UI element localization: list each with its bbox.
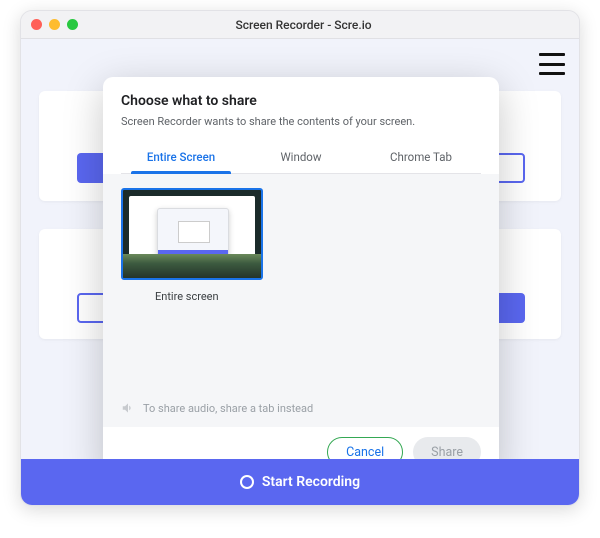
share-button[interactable]: Share bbox=[413, 437, 481, 459]
dialog-title: Choose what to share bbox=[121, 93, 481, 109]
app-window: Screen Recorder - Scre.io Choose what to… bbox=[20, 10, 580, 506]
share-tabs: Entire Screen Window Chrome Tab bbox=[121, 142, 481, 174]
cancel-button[interactable]: Cancel bbox=[327, 437, 403, 459]
titlebar: Screen Recorder - Scre.io bbox=[21, 11, 579, 39]
audio-hint: To share audio, share a tab instead bbox=[121, 395, 481, 419]
screen-thumbnail-label: Entire screen bbox=[155, 290, 219, 303]
start-recording-button[interactable]: Start Recording bbox=[21, 459, 579, 505]
app-content: Choose what to share Screen Recorder wan… bbox=[21, 39, 579, 459]
thumbnail-preview bbox=[157, 208, 229, 258]
record-icon bbox=[240, 475, 254, 489]
thumbnail-preview bbox=[123, 254, 261, 278]
screen-option: Entire screen bbox=[121, 188, 481, 303]
tab-window[interactable]: Window bbox=[241, 142, 361, 173]
audio-hint-text: To share audio, share a tab instead bbox=[143, 402, 313, 415]
share-dialog: Choose what to share Screen Recorder wan… bbox=[103, 77, 499, 459]
window-title: Screen Recorder - Scre.io bbox=[38, 18, 569, 32]
speaker-icon bbox=[121, 401, 135, 415]
screen-thumbnail[interactable] bbox=[121, 188, 263, 280]
dialog-subtitle: Screen Recorder wants to share the conte… bbox=[121, 115, 481, 128]
menu-icon[interactable] bbox=[539, 53, 565, 75]
tab-chrome-tab[interactable]: Chrome Tab bbox=[361, 142, 481, 173]
dialog-footer: Cancel Share bbox=[121, 427, 481, 459]
start-recording-label: Start Recording bbox=[262, 474, 360, 490]
tab-entire-screen[interactable]: Entire Screen bbox=[121, 142, 241, 173]
dialog-body: Entire screen To share audio, share a ta… bbox=[103, 174, 499, 427]
